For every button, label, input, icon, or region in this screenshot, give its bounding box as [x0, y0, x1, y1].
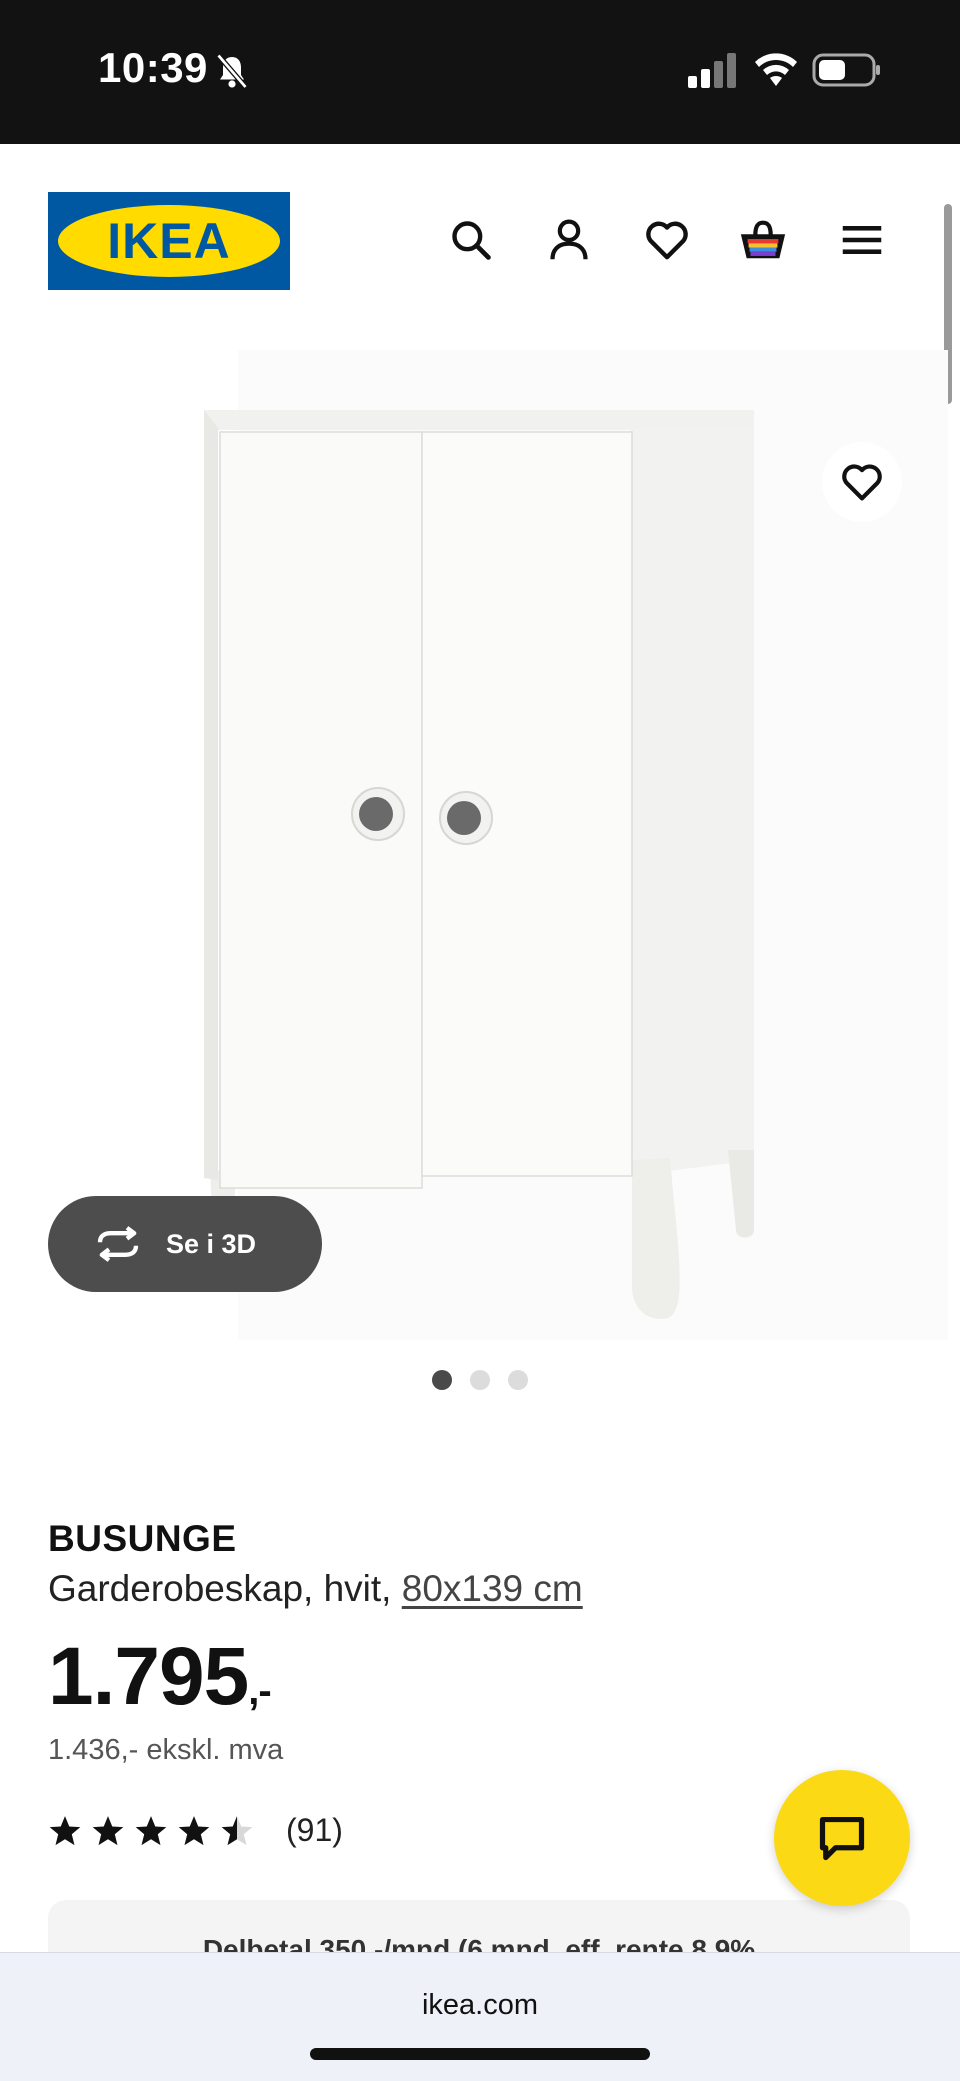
- status-bar: 10:39: [0, 0, 960, 144]
- view-in-3d-button[interactable]: Se i 3D: [48, 1196, 322, 1292]
- battery-icon: [812, 53, 880, 87]
- product-description: Garderobeskap, hvit, 80x139 cm: [48, 1568, 583, 1610]
- star-icon: [92, 1815, 124, 1845]
- pagination-dot[interactable]: [508, 1370, 528, 1390]
- browser-url[interactable]: ikea.com: [0, 1989, 960, 2022]
- price-value: 1.795: [48, 1631, 249, 1722]
- product-size-link[interactable]: 80x139 cm: [402, 1568, 583, 1609]
- review-count[interactable]: (91): [286, 1812, 343, 1849]
- pagination-dot[interactable]: [470, 1370, 490, 1390]
- search-icon[interactable]: [446, 214, 496, 266]
- star-icon: [178, 1815, 210, 1845]
- heart-icon: [842, 464, 882, 501]
- product-description-text: Garderobeskap, hvit,: [48, 1568, 392, 1609]
- status-time: 10:39: [98, 44, 208, 91]
- product-name: BUSUNGE: [48, 1518, 237, 1559]
- logo-text: IKEA: [107, 213, 231, 269]
- rating-stars: [48, 1814, 254, 1848]
- wardrobe-image: [48, 350, 948, 1340]
- bell-slash-icon: [216, 53, 248, 89]
- menu-icon[interactable]: [837, 214, 887, 266]
- half-star-icon: [221, 1815, 253, 1845]
- add-to-wishlist-button[interactable]: [822, 442, 902, 522]
- home-indicator[interactable]: [310, 2048, 650, 2060]
- ikea-logo[interactable]: IKEA: [48, 192, 290, 290]
- chat-bubble-icon: [819, 1816, 865, 1861]
- cellular-signal-icon: [688, 53, 736, 88]
- star-icon: [49, 1815, 81, 1845]
- product-rating[interactable]: (91): [48, 1812, 343, 1849]
- browser-address-bar[interactable]: ikea.com: [0, 1952, 960, 2081]
- logo-oval: IKEA: [58, 205, 280, 277]
- price-suffix: ,-: [248, 1669, 271, 1713]
- product-price: 1.795,-: [48, 1630, 272, 1724]
- star-icon: [135, 1815, 167, 1845]
- shopping-bag-icon[interactable]: [738, 214, 788, 266]
- product-image-gallery[interactable]: [48, 350, 948, 1340]
- wishlist-heart-icon[interactable]: [642, 214, 692, 266]
- price-excluding-vat: 1.436,- ekskl. mva: [48, 1734, 284, 1766]
- gallery-pagination: [432, 1370, 528, 1390]
- wifi-icon: [755, 53, 797, 86]
- rotate-3d-icon: [97, 1226, 139, 1262]
- chat-button[interactable]: [774, 1770, 910, 1906]
- pagination-dot[interactable]: [432, 1370, 452, 1390]
- account-icon[interactable]: [544, 214, 594, 266]
- view-in-3d-label: Se i 3D: [166, 1228, 257, 1259]
